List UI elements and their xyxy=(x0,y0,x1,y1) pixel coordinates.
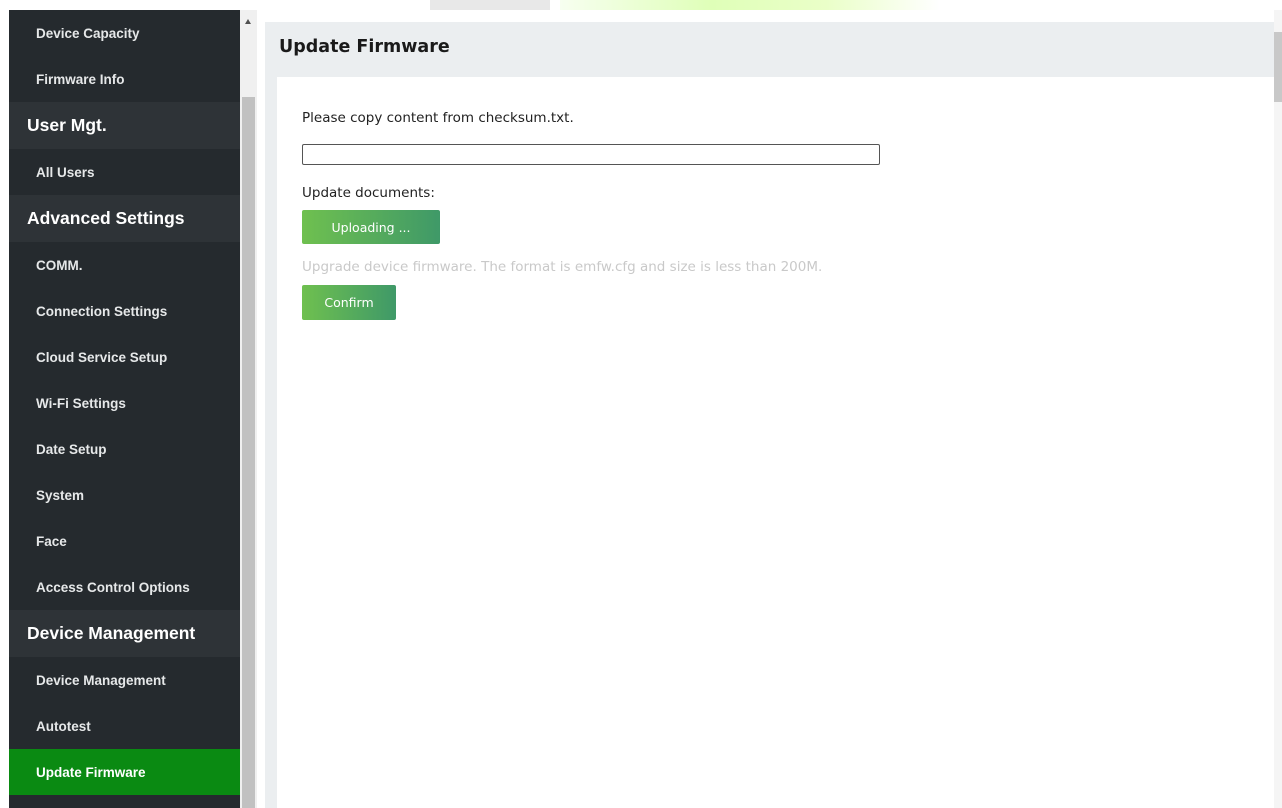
sidebar: Device Capacity Firmware Info User Mgt. … xyxy=(9,10,240,808)
sidebar-item-firmware-info[interactable]: Firmware Info xyxy=(9,56,240,102)
sidebar-scrollbar-thumb[interactable] xyxy=(242,97,255,808)
sidebar-item-wifi-settings[interactable]: Wi-Fi Settings xyxy=(9,380,240,426)
sidebar-item-connection-settings[interactable]: Connection Settings xyxy=(9,288,240,334)
banner-green-shape xyxy=(560,0,940,10)
sidebar-group-user-mgt[interactable]: User Mgt. xyxy=(9,102,240,149)
triangle-up-icon[interactable] xyxy=(245,19,251,24)
checksum-label: Please copy content from checksum.txt. xyxy=(302,110,574,126)
sidebar-group-device-management[interactable]: Device Management xyxy=(9,610,240,657)
page-title: Update Firmware xyxy=(279,37,450,57)
sidebar-item-autotest[interactable]: Autotest xyxy=(9,703,240,749)
main-content: Update Firmware Please copy content from… xyxy=(265,22,1274,808)
firmware-form-panel: Please copy content from checksum.txt. U… xyxy=(277,77,1274,808)
upload-button[interactable]: Uploading ... xyxy=(302,210,440,244)
firmware-format-hint: Upgrade device firmware. The format is e… xyxy=(302,259,823,275)
sidebar-item-update-firmware[interactable]: Update Firmware xyxy=(9,749,240,795)
sidebar-item-date-setup[interactable]: Date Setup xyxy=(9,426,240,472)
top-banner-decoration xyxy=(0,0,1282,10)
sidebar-item-device-management[interactable]: Device Management xyxy=(9,657,240,703)
checksum-input[interactable] xyxy=(302,144,880,165)
banner-grey-shape xyxy=(430,0,550,10)
update-documents-label: Update documents: xyxy=(302,185,435,201)
sidebar-item-face[interactable]: Face xyxy=(9,518,240,564)
page-scrollbar[interactable] xyxy=(1274,10,1282,808)
sidebar-item-access-control-options[interactable]: Access Control Options xyxy=(9,564,240,610)
page-scrollbar-thumb[interactable] xyxy=(1274,32,1282,102)
sidebar-item-comm[interactable]: COMM. xyxy=(9,242,240,288)
sidebar-item-cloud-service-setup[interactable]: Cloud Service Setup xyxy=(9,334,240,380)
sidebar-scrollbar[interactable] xyxy=(240,10,257,808)
sidebar-group-advanced-settings[interactable]: Advanced Settings xyxy=(9,195,240,242)
sidebar-item-system[interactable]: System xyxy=(9,472,240,518)
sidebar-item-device-capacity[interactable]: Device Capacity xyxy=(9,10,240,56)
confirm-button[interactable]: Confirm xyxy=(302,285,396,320)
sidebar-item-all-users[interactable]: All Users xyxy=(9,149,240,195)
